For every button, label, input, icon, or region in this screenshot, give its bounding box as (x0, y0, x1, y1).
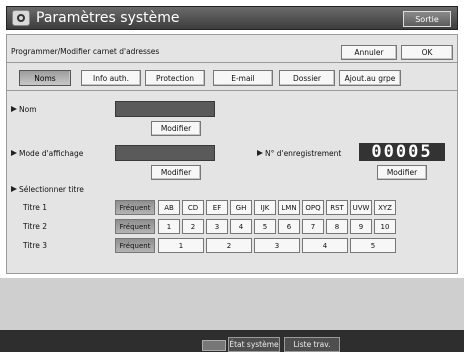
title-1-cell-xyz[interactable]: XYZ (374, 200, 396, 215)
title-2-cell-4[interactable]: 4 (230, 219, 252, 234)
title-2-label: Titre 2 (23, 222, 48, 231)
triangle-right-icon (11, 106, 17, 112)
tab-protection[interactable]: Protection (145, 70, 205, 86)
title-2-cell-9[interactable]: 9 (350, 219, 372, 234)
panel-header: Programmer/Modifier carnet d'adresses An… (7, 43, 457, 63)
triangle-right-icon (11, 150, 17, 156)
title-3-frequent[interactable]: Fréquent (115, 238, 155, 253)
tab-email[interactable]: E-mail (213, 70, 273, 86)
title-2-cell-6[interactable]: 6 (278, 219, 300, 234)
title-1-cell-ef[interactable]: EF (206, 200, 228, 215)
panel-title: Programmer/Modifier carnet d'adresses (11, 47, 160, 56)
display-mode-label: Mode d'affichage (11, 149, 83, 158)
title-3-cell-1[interactable]: 1 (158, 238, 204, 253)
exit-button[interactable]: Sortie (403, 11, 451, 27)
empty-message-area (0, 278, 464, 338)
triangle-right-icon (11, 186, 17, 192)
title-1-cell-uvw[interactable]: UVW (350, 200, 372, 215)
tab-info-auth[interactable]: Info auth. (81, 70, 141, 86)
reg-number-display: 00005 (359, 142, 445, 162)
triangle-right-icon (257, 150, 263, 156)
job-list-button[interactable]: Liste trav. (284, 337, 340, 352)
select-title-label: Sélectionner titre (11, 185, 84, 194)
title-1-cell-ab[interactable]: AB (158, 200, 180, 215)
display-modify-button[interactable]: Modifier (151, 165, 201, 180)
tab-dossier[interactable]: Dossier (279, 70, 335, 86)
title-1-frequent[interactable]: Fréquent (115, 200, 155, 215)
name-label: Nom (11, 105, 37, 114)
title-2-cell-7[interactable]: 7 (302, 219, 324, 234)
name-modify-button[interactable]: Modifier (151, 121, 201, 136)
title-2-cell-10[interactable]: 10 (374, 219, 396, 234)
title-1-cell-opq[interactable]: OPQ (302, 200, 324, 215)
settings-tools-icon (12, 10, 30, 26)
cancel-button[interactable]: Annuler (341, 45, 397, 60)
display-mode-field[interactable] (115, 145, 215, 161)
title-3-cell-3[interactable]: 3 (254, 238, 300, 253)
title-2-cell-8[interactable]: 8 (326, 219, 348, 234)
address-book-panel: Programmer/Modifier carnet d'adresses An… (6, 34, 458, 274)
title-1-cell-lmn[interactable]: LMN (278, 200, 300, 215)
title-1-cell-cd[interactable]: CD (182, 200, 204, 215)
tab-bar: Noms Info auth. Protection E-mail Dossie… (7, 65, 457, 91)
tab-ajout-groupe[interactable]: Ajout.au grpe (339, 70, 401, 86)
title-3-cell-4[interactable]: 4 (302, 238, 348, 253)
title-2-cell-5[interactable]: 5 (254, 219, 276, 234)
reg-number-label: N° d'enregistrement (257, 149, 341, 158)
title-bar: Paramètres système Sortie (6, 6, 458, 30)
name-field[interactable] (115, 101, 215, 117)
title-3-cell-5[interactable]: 5 (350, 238, 396, 253)
title-2-cell-2[interactable]: 2 (182, 219, 204, 234)
title-1-cell-gh[interactable]: GH (230, 200, 252, 215)
title-2-frequent[interactable]: Fréquent (115, 219, 155, 234)
tab-noms[interactable]: Noms (19, 70, 71, 86)
title-1-cell-rst[interactable]: RST (326, 200, 348, 215)
title-3-label: Titre 3 (23, 241, 48, 250)
title-3-cell-2[interactable]: 2 (206, 238, 252, 253)
title-2-cell-3[interactable]: 3 (206, 219, 228, 234)
title-1-cell-ijk[interactable]: IJK (254, 200, 276, 215)
machine-status-icon (202, 340, 226, 351)
status-bar: État système Liste trav. (0, 330, 464, 352)
window-title: Paramètres système (36, 10, 180, 26)
system-status-button[interactable]: État système (228, 337, 280, 352)
title-1-label: Titre 1 (23, 203, 48, 212)
title-2-cell-1[interactable]: 1 (158, 219, 180, 234)
ok-button[interactable]: OK (401, 45, 453, 60)
reg-modify-button[interactable]: Modifier (377, 165, 427, 180)
